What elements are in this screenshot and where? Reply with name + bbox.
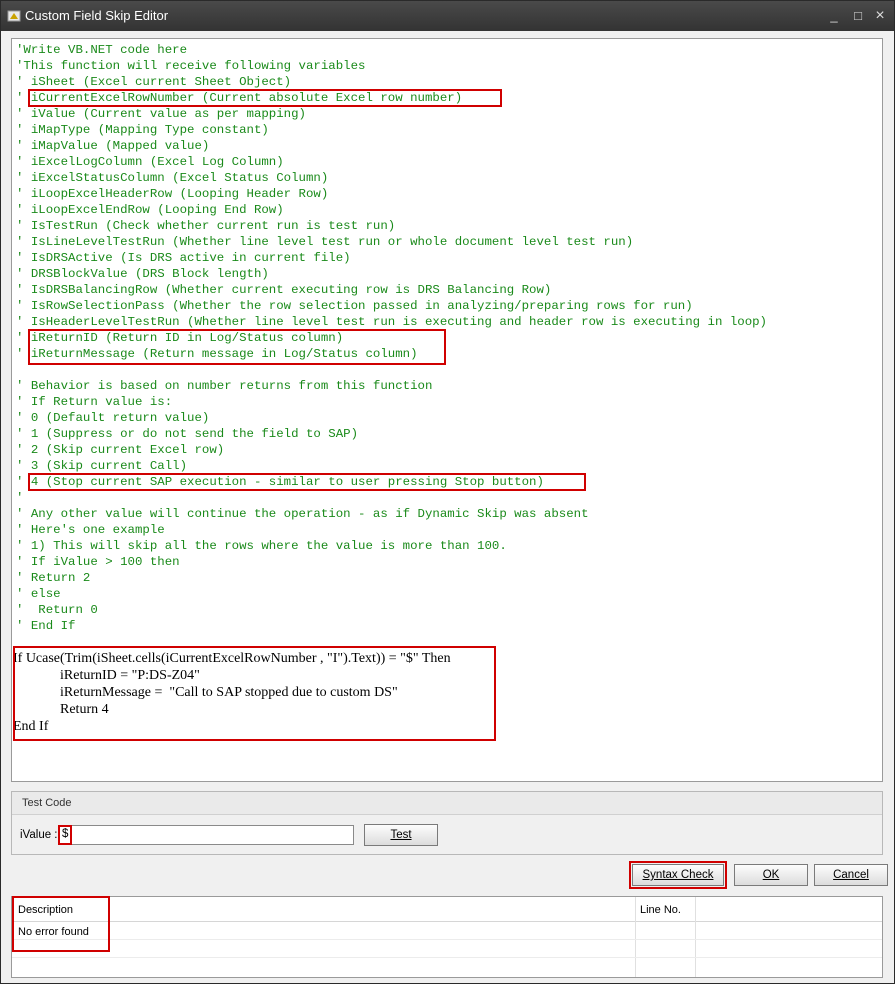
code-comment-line: ' IsDRSBalancingRow (Whether current exe… [16,283,552,297]
code-comment-line: ' iReturnMessage (Return message in Log/… [16,347,418,361]
code-comment-line: ' IsDRSActive (Is DRS active in current … [16,251,351,265]
code-comment-line: ' End If [16,619,76,633]
vb-code-line: iReturnMessage = "Call to SAP stopped du… [60,685,398,700]
code-comment-line: ' iLoopExcelEndRow (Looping End Row) [16,203,284,217]
code-comment-line: ' 0 (Default return value) [16,411,210,425]
code-comment-line: 'This function will receive following va… [16,59,366,73]
code-comment-line: ' Here's one example [16,523,165,537]
close-icon[interactable]: × [871,7,889,25]
code-comment-line: ' Any other value will continue the oper… [16,507,589,521]
vb-code-line: Return 4 [60,702,109,717]
vb-code-line: iReturnID = "P:DS-Z04" [60,668,200,683]
code-comment-line: ' iCurrentExcelRowNumber (Current absolu… [16,91,463,105]
table-row-description[interactable]: No error found [18,926,89,938]
row-divider [12,939,882,940]
test-code-group: Test Code iValue : $ Test [11,791,883,855]
code-comment-line: ' If iValue > 100 then [16,555,180,569]
custom-field-skip-editor-window: Custom Field Skip Editor _ □ × 'Write VB… [0,0,895,984]
ivalue-label: iValue : [20,829,58,841]
results-grid[interactable]: Description Line No. No error found [11,896,883,978]
code-comment-line: ' If Return value is: [16,395,173,409]
code-comment-line: ' IsTestRun (Check whether current run i… [16,219,396,233]
code-comment-line: ' IsHeaderLevelTestRun (Whether line lev… [16,315,767,329]
test-code-title: Test Code [22,797,72,809]
code-comment-line: ' 2 (Skip current Excel row) [16,443,225,457]
code-comment-line: ' [16,491,24,505]
code-comment-line: ' Return 0 [16,603,98,617]
title-bar[interactable]: Custom Field Skip Editor _ □ × [1,1,894,31]
results-grid-header: Description Line No. [12,897,882,922]
ok-button[interactable]: OK [734,864,808,886]
vb-code-line: End If [13,719,49,734]
cancel-button[interactable]: Cancel [814,864,888,886]
column-description[interactable]: Description [18,904,73,916]
code-comment-line: ' 1) This will skip all the rows where t… [16,539,507,553]
vb-code-line: If Ucase(Trim(iSheet.cells(iCurrentExcel… [13,651,451,666]
code-comment-line: ' 4 (Stop current SAP execution - simila… [16,475,544,489]
code-comment-line: ' else [16,587,61,601]
code-comment-line: ' Behavior is based on number returns fr… [16,379,433,393]
code-comment-line: ' IsRowSelectionPass (Whether the row se… [16,299,693,313]
code-comment-line: ' iReturnID (Return ID in Log/Status col… [16,331,344,345]
code-comment-line: 'Write VB.NET code here [16,43,188,57]
restore-icon[interactable]: □ [849,7,867,25]
code-comment-line: ' iExcelLogColumn (Excel Log Column) [16,155,284,169]
code-editor[interactable]: 'Write VB.NET code here 'This function wi… [11,38,883,782]
row-divider [12,957,882,958]
code-comment-line: ' iMapType (Mapping Type constant) [16,123,269,137]
syntax-check-button[interactable]: Syntax Check [632,864,724,886]
code-comment-line: ' 1 (Suppress or do not send the field t… [16,427,359,441]
code-comment-line: ' DRSBlockValue (DRS Block length) [16,267,269,281]
column-divider [695,897,696,977]
code-comment-line: ' 3 (Skip current Call) [16,459,188,473]
minimize-icon[interactable]: _ [825,7,843,25]
window-title: Custom Field Skip Editor [25,8,169,23]
code-comment-line: ' iExcelStatusColumn (Excel Status Colum… [16,171,329,185]
code-comment-line: ' iMapValue (Mapped value) [16,139,210,153]
app-icon [7,10,21,22]
column-divider [635,897,636,977]
ivalue-input[interactable]: $ [58,825,354,845]
code-comment-line: ' iSheet (Excel current Sheet Object) [16,75,292,89]
code-comment-line: ' IsLineLevelTestRun (Whether line level… [16,235,634,249]
test-code-header: Test Code [12,792,882,815]
code-comment-line: ' iLoopExcelHeaderRow (Looping Header Ro… [16,187,329,201]
code-comment-line: ' Return 2 [16,571,91,585]
test-button[interactable]: Test [364,824,438,846]
column-line-no[interactable]: Line No. [640,904,681,916]
code-comment-line: ' iValue (Current value as per mapping) [16,107,306,121]
